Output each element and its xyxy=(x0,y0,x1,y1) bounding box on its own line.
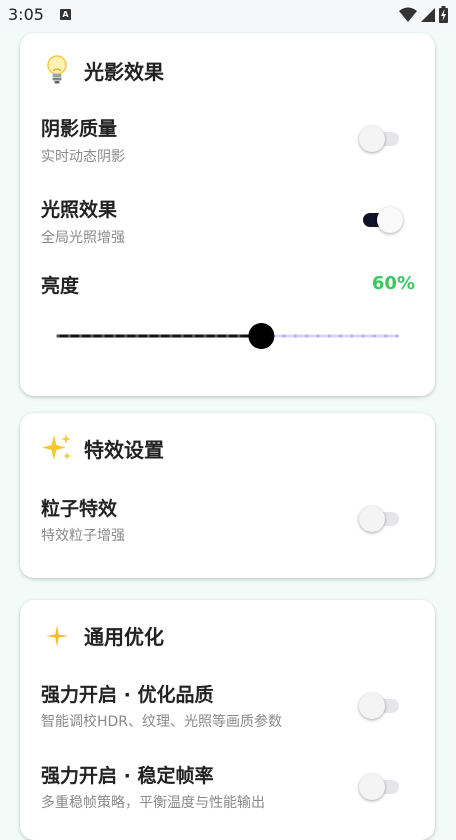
app-a-icon: A xyxy=(60,9,71,20)
lighting-title-text: 光影效果 xyxy=(84,59,164,84)
wifi-icon xyxy=(399,7,417,22)
effects-title-text: 特效设置 xyxy=(84,437,164,462)
slider-tick xyxy=(169,334,173,338)
slider-tick xyxy=(327,334,331,338)
slider-tick xyxy=(237,334,241,338)
slider-tick xyxy=(372,334,376,338)
optimize-quality-subtitle: 智能调校HDR、纹理、光照等画质参数 xyxy=(41,714,283,730)
slider-tick xyxy=(79,334,83,338)
slider-tick xyxy=(305,334,309,338)
status-bar: 3:05 A xyxy=(0,0,456,30)
slider-tick xyxy=(124,334,128,338)
slider-tick xyxy=(67,334,71,338)
slider-tick xyxy=(384,334,388,338)
lightbulb-icon xyxy=(42,55,72,85)
brightness-value: 60% xyxy=(371,273,415,294)
slider-tick xyxy=(101,334,105,338)
optimize-quality-title: 强力开启 · 优化品质 xyxy=(41,684,214,706)
battery-icon xyxy=(439,6,448,23)
optimize-quality-toggle[interactable] xyxy=(359,692,401,720)
signal-icon xyxy=(421,7,435,22)
brightness-slider[interactable] xyxy=(54,319,404,349)
slider-tick xyxy=(56,334,60,338)
general-title-text: 通用优化 xyxy=(84,625,164,649)
shadow-quality-title: 阴影质量 xyxy=(41,118,118,140)
status-icons xyxy=(399,6,448,23)
status-time: 3:05 xyxy=(8,5,44,24)
lighting-card-title: 光影效果 xyxy=(42,55,164,85)
general-card: 通用优化 强力开启 · 优化品质 智能调校HDR、纹理、光照等画质参数 强力开启… xyxy=(20,600,435,840)
slider-tick xyxy=(316,334,320,338)
shadow-quality-subtitle: 实时动态阴影 xyxy=(41,149,125,165)
slider-tick xyxy=(293,334,297,338)
slider-tick xyxy=(158,334,162,338)
slider-tick xyxy=(180,334,184,338)
brightness-label: 亮度 xyxy=(41,275,80,297)
effects-card-title: 特效设置 xyxy=(42,433,164,463)
sparkle-icon xyxy=(42,624,72,648)
lighting-effect-title: 光照效果 xyxy=(41,199,118,221)
slider-tick xyxy=(90,334,94,338)
brightness-slider-thumb[interactable] xyxy=(248,323,275,349)
slider-tick xyxy=(203,334,207,338)
lighting-effect-subtitle: 全局光照增强 xyxy=(41,230,125,246)
slider-tick xyxy=(214,334,218,338)
stable-framerate-title: 强力开启 · 稳定帧率 xyxy=(41,765,214,787)
slider-tick xyxy=(395,334,399,338)
effects-card: 特效设置 粒子特效 特效粒子增强 xyxy=(20,413,435,578)
slider-tick xyxy=(361,334,365,338)
lighting-effect-toggle[interactable] xyxy=(361,206,403,234)
shadow-quality-toggle[interactable] xyxy=(359,125,401,153)
slider-tick xyxy=(146,334,150,338)
slider-tick xyxy=(350,334,354,338)
general-card-title: 通用优化 xyxy=(42,621,164,650)
stable-framerate-subtitle: 多重稳帧策略，平衡温度与性能输出 xyxy=(41,795,265,811)
particles-title: 粒子特效 xyxy=(41,498,118,520)
slider-tick xyxy=(192,334,196,338)
particles-toggle[interactable] xyxy=(359,505,401,533)
slider-tick xyxy=(338,334,343,338)
lighting-card: 光影效果 阴影质量 实时动态阴影 光照效果 全局光照增强 亮度 60% xyxy=(20,33,435,396)
stable-framerate-toggle[interactable] xyxy=(359,773,401,801)
slider-tick xyxy=(135,334,139,338)
slider-tick xyxy=(112,334,117,338)
particles-subtitle: 特效粒子增强 xyxy=(41,528,125,544)
slider-tick xyxy=(225,334,230,338)
slider-tick xyxy=(282,334,286,338)
sparkles-icon xyxy=(42,433,72,463)
